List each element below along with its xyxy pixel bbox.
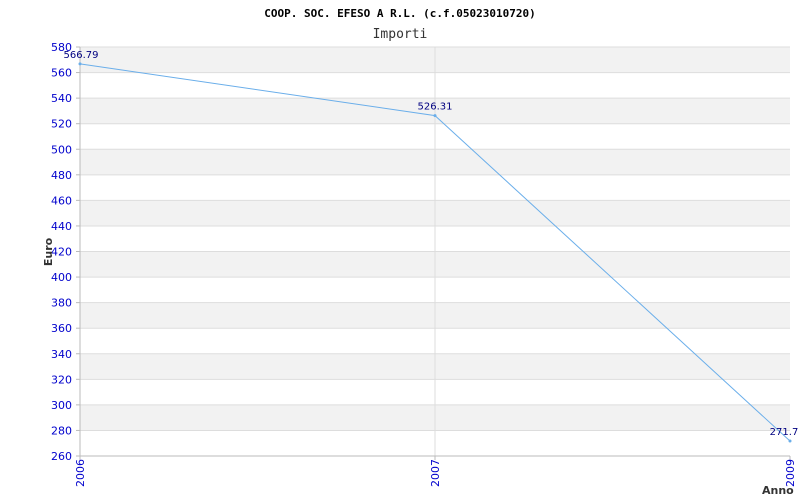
y-tick-label: 340 [51,348,72,361]
x-tick-label: 2009 [784,459,797,487]
y-tick-label: 300 [51,399,72,412]
chart-title: COOP. SOC. EFESO A R.L. (c.f.05023010720… [264,7,536,20]
data-label: 271.7 [770,427,799,438]
y-tick-label: 360 [51,322,72,335]
y-tick-label: 280 [51,424,72,437]
line-chart: 2602803003203403603804004204404604805005… [42,7,799,497]
data-label: 566.79 [64,50,99,61]
y-tick-label: 480 [51,169,72,182]
data-point [788,439,792,443]
y-tick-label: 540 [51,92,72,105]
x-tick-label: 2006 [74,459,87,487]
y-axis-label: Euro [42,237,55,266]
y-tick-label: 460 [51,194,72,207]
data-point [433,114,437,118]
y-tick-label: 400 [51,271,72,284]
y-tick-label: 520 [51,118,72,131]
y-tick-label: 260 [51,450,72,463]
x-tick-label: 2007 [429,459,442,487]
y-tick-label: 560 [51,67,72,80]
x-axis-label: Anno [762,484,794,497]
y-tick-label: 500 [51,143,72,156]
y-tick-label: 320 [51,373,72,386]
x-tick-labels: 2006 2007 2009 [74,459,797,487]
data-point [78,62,82,66]
data-label: 526.31 [418,102,453,113]
chart-subtitle: Importi [373,27,428,42]
y-tick-label: 440 [51,220,72,233]
chart-container: 260 280 300 320 340 360 380 400 420 440 460 480 500 5… [0,0,800,500]
y-tick-label: 380 [51,297,72,310]
